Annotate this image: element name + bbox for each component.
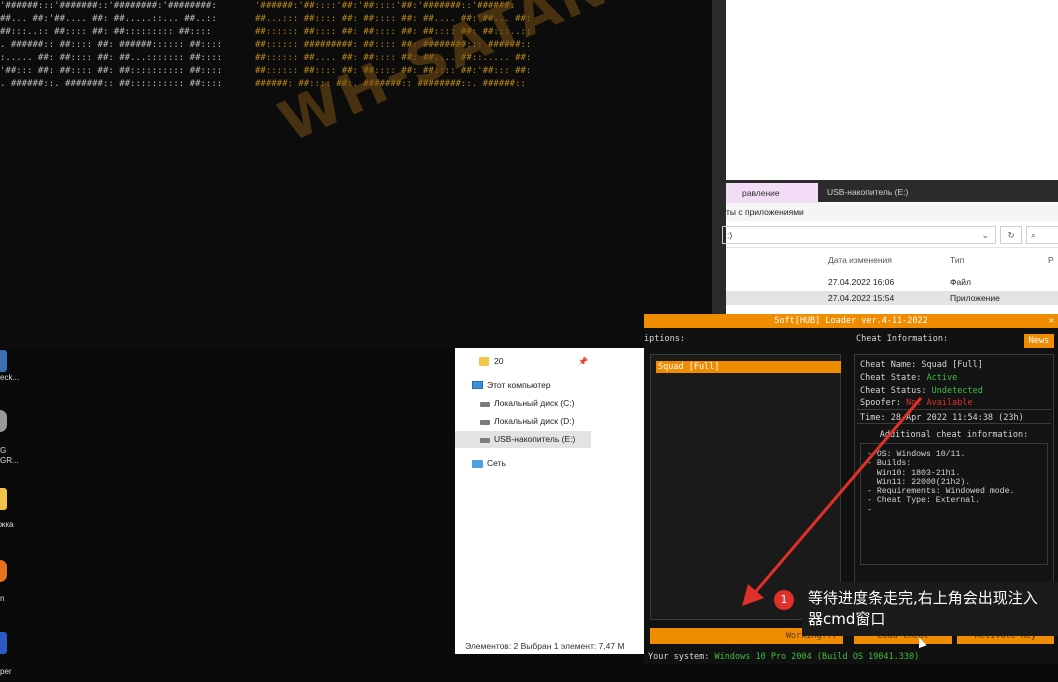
nav-item-folder[interactable]: 20 📌 <box>455 353 644 370</box>
desktop-icon-label[interactable]: eck... <box>0 373 19 383</box>
desktop-app-icon[interactable] <box>0 488 7 510</box>
cheat-status-label: Cheat Status: <box>860 386 932 396</box>
address-row: :) ⌄ ↻ ⌕ <box>722 223 1058 248</box>
refresh-icon: ↻ <box>1007 230 1015 240</box>
nav-item-label: Локальный диск (C:) <box>494 398 575 408</box>
nav-item-disk-c[interactable]: Локальный диск (C:) <box>455 395 644 412</box>
file-row[interactable]: 27.04.2022 16:06 Файл <box>726 275 1058 289</box>
cheat-status-row: Cheat Status: Undetected <box>860 385 983 397</box>
cheat-state-label: Cheat State: <box>860 373 927 383</box>
column-header-date[interactable]: Дата изменения <box>828 255 892 265</box>
annotation-text: 等待进度条走完,右上角会出现注入器cmd窗口 <box>808 589 1038 628</box>
file-type: Файл <box>950 277 971 287</box>
console-ascii-art-left: '######:::'#######::'########:'########:… <box>0 1 223 89</box>
nav-item-disk-d[interactable]: Локальный диск (D:) <box>455 413 644 430</box>
nav-item-usb-drive[interactable]: USB-накопитель (E:) <box>455 431 591 448</box>
file-date: 27.04.2022 16:06 <box>828 277 895 287</box>
console-window: '######:::'#######::'########:'########:… <box>0 0 712 348</box>
ribbon-subbar: ты с приложениями <box>726 203 1058 221</box>
cheat-name-value: Squad [Full] <box>921 360 983 370</box>
desktop-icon-label[interactable]: per <box>0 667 12 677</box>
ribbon-tab-bar: равление USB-накопитель (E:) <box>726 180 1058 203</box>
status-bar: Элементов: 2 Выбран 1 элемент: 7,47 М <box>465 641 625 651</box>
ribbon-subtab-app-tools[interactable]: ты с приложениями <box>726 203 804 221</box>
search-icon: ⌕ <box>1031 230 1036 240</box>
cheat-state-value: Active <box>926 373 958 383</box>
desktop-app-icon[interactable] <box>0 632 7 654</box>
disk-icon <box>480 402 490 407</box>
nav-item-label: Этот компьютер <box>487 380 551 390</box>
nav-item-label: Локальный диск (D:) <box>494 416 575 426</box>
divider <box>857 423 1051 424</box>
refresh-button[interactable]: ↻ <box>1000 226 1022 244</box>
additional-info-title: Additional cheat information: <box>879 430 1029 440</box>
chevron-down-icon[interactable]: ⌄ <box>981 227 989 243</box>
loader-title-bar: Soft[HUB] Loader ver.4-11-2022 ✕ <box>644 314 1058 328</box>
cheat-info-panel: Cheat Name: Squad [Full] Cheat State: Ac… <box>854 354 1054 620</box>
cheat-info-label: Cheat Information: <box>856 334 949 344</box>
cheat-name-label: Cheat Name: <box>860 360 922 370</box>
descriptions-label: iptions: <box>644 334 685 344</box>
cheat-state-row: Cheat State: Active <box>860 372 957 384</box>
file-date: 27.04.2022 15:54 <box>828 293 895 303</box>
search-input[interactable]: ⌕ <box>1026 226 1058 244</box>
background-window <box>726 0 1058 180</box>
folder-icon <box>479 357 489 366</box>
nav-item-label: USB-накопитель (E:) <box>494 434 576 444</box>
loader-title: Soft[HUB] Loader ver.4-11-2022 <box>774 316 928 326</box>
desktop-icon-label[interactable]: n <box>0 594 4 604</box>
nav-item-label: 20 <box>494 356 504 366</box>
desktop-app-icon[interactable] <box>0 410 7 432</box>
desktop-app-icon[interactable] <box>0 350 7 372</box>
additional-info-text: - OS: Windows 10/11. - Builds: Win10: 18… <box>867 450 1015 515</box>
cheat-status-value: Undetected <box>931 386 983 396</box>
nav-item-label: Сеть <box>487 458 506 468</box>
console-scrollbar[interactable] <box>712 0 726 348</box>
desktop-icon-label[interactable]: жка <box>0 520 13 530</box>
close-icon[interactable]: ✕ <box>1049 314 1054 328</box>
address-bar[interactable]: :) ⌄ <box>722 226 996 244</box>
additional-info-box: - OS: Windows 10/11. - Builds: Win10: 18… <box>860 443 1048 565</box>
system-label: Your system: <box>648 652 715 662</box>
address-text: :) <box>727 230 733 240</box>
spoofer-label: Spoofer: <box>860 398 907 408</box>
cheat-name-row: Cheat Name: Squad [Full] <box>860 359 983 371</box>
file-row-selected[interactable]: 27.04.2022 15:54 Приложение <box>726 291 1058 305</box>
desktop-app-icon[interactable] <box>0 560 7 582</box>
network-icon <box>472 460 483 468</box>
tab-usb-drive[interactable]: USB-накопитель (E:) <box>827 185 908 199</box>
divider <box>857 409 1051 410</box>
file-explorer-window: равление USB-накопитель (E:) ты с прилож… <box>722 180 1058 314</box>
desktop-icon-label[interactable]: G GR... <box>0 446 19 466</box>
computer-icon <box>472 381 483 389</box>
column-header-type[interactable]: Тип <box>950 255 964 265</box>
spoofer-value: Not Available <box>906 398 973 408</box>
nav-item-network[interactable]: Сеть <box>455 455 644 472</box>
pin-icon[interactable]: 📌 <box>578 353 588 370</box>
cheat-list-item[interactable]: Squad [Full] <box>656 361 841 373</box>
system-info: Your system: Windows 10 Pro 2004 (Build … <box>648 652 919 662</box>
cheat-list[interactable]: Squad [Full] <box>650 354 841 620</box>
spoofer-row: Spoofer: Not Available <box>860 397 973 409</box>
disk-icon <box>480 438 490 443</box>
column-header-size[interactable]: Р <box>1048 255 1054 265</box>
explorer-navigation-pane: 20 📌 Этот компьютер Локальный диск (C:) … <box>455 348 644 654</box>
nav-item-this-pc[interactable]: Этот компьютер <box>455 377 644 394</box>
system-value: Windows 10 Pro 2004 (Build OS 19041.330) <box>714 652 920 662</box>
annotation-step-badge: 1 <box>774 590 794 610</box>
disk-icon <box>480 420 490 425</box>
news-button[interactable]: News <box>1024 334 1054 348</box>
tab-manage[interactable]: равление <box>726 183 818 203</box>
file-type: Приложение <box>950 293 1000 303</box>
